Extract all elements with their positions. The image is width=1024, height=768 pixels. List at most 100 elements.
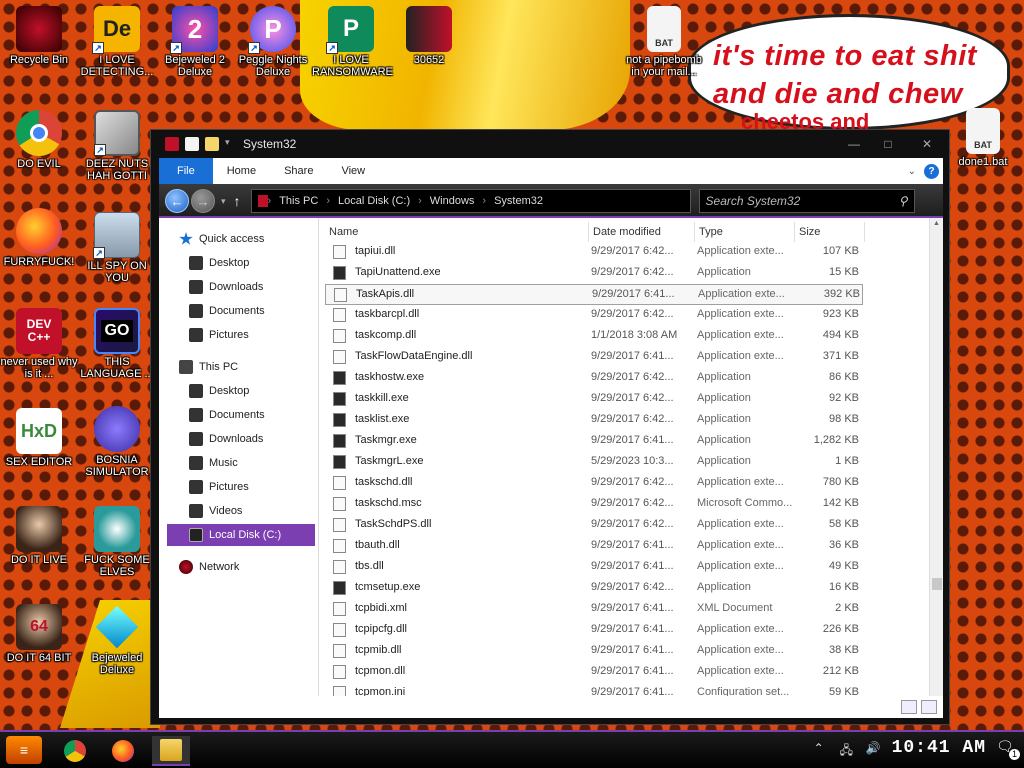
up-arrow-icon[interactable]: ↑ <box>234 193 241 209</box>
nav-pc-downloads[interactable]: Downloads <box>189 428 339 450</box>
desktop-icon-bejeweled[interactable]: Bejeweled Deluxe <box>78 604 156 676</box>
desktop-icon-ransomware[interactable]: P ↗ I LOVE RANSOMWARE <box>312 6 393 78</box>
breadcrumb-windows[interactable]: Windows <box>430 195 475 207</box>
file-row[interactable]: tcmsetup.exe 9/29/2017 6:42... Application… <box>325 578 863 599</box>
file-row[interactable]: tbs.dll 9/29/2017 6:41... Application exte… <box>325 557 863 578</box>
breadcrumb-local-disk[interactable]: Local Disk (C:) <box>338 195 410 207</box>
file-name: taskbarcpl.dll <box>355 308 420 320</box>
file-row[interactable]: TaskFlowDataEngine.dll 9/29/2017 6:41... A… <box>325 347 863 368</box>
desktop-icon-elves[interactable]: FUCK SOME ELVES <box>78 506 156 578</box>
nav-qa-desktop[interactable]: Desktop 📌 <box>189 252 339 274</box>
desktop-icon-peggle[interactable]: P ↗ Peggle Nights Deluxe <box>234 6 312 78</box>
search-icon[interactable]: ⚲ <box>899 194 908 208</box>
expand-ribbon-icon[interactable]: ⌄ <box>908 166 916 177</box>
file-row[interactable]: tbauth.dll 9/29/2017 6:41... Application e… <box>325 536 863 557</box>
nav-qa-documents[interactable]: Documents 📌 <box>189 300 339 322</box>
desktop-icon-devcpp[interactable]: DEV C++ never used why is it ... <box>0 308 78 380</box>
tab-file[interactable]: File <box>159 158 213 184</box>
file-row[interactable]: tapiui.dll 9/29/2017 6:42... Application e… <box>325 242 863 263</box>
network-icon[interactable]: 🖧 <box>840 741 856 757</box>
file-row[interactable]: tcpmib.dll 9/29/2017 6:41... Application e… <box>325 641 863 662</box>
details-view-icon[interactable] <box>901 700 917 714</box>
column-header-name[interactable]: Name <box>325 222 589 242</box>
desktop-icon-do-it-live[interactable]: DO IT LIVE <box>0 506 78 566</box>
file-row[interactable]: taskschd.dll 9/29/2017 6:42... Application… <box>325 473 863 494</box>
xml-file-icon <box>333 602 346 616</box>
desktop-icon-pipebomb[interactable]: BAT not a pipebomb in your mail... <box>624 6 704 78</box>
shortcut-arrow-icon: ↗ <box>326 42 338 54</box>
column-header-type[interactable]: Type <box>695 222 795 242</box>
file-row[interactable]: taskbarcpl.dll 9/29/2017 6:42... Applicati… <box>325 305 863 326</box>
nav-qa-pictures[interactable]: Pictures 📌 <box>189 324 339 346</box>
breadcrumb-system32[interactable]: System32 <box>494 195 543 207</box>
clock[interactable]: 10:41 AM <box>892 738 986 758</box>
properties-icon[interactable] <box>185 137 199 151</box>
nav-pc-desktop[interactable]: Desktop <box>189 380 339 402</box>
notification-center-icon[interactable]: 🗨 1 <box>996 738 1020 760</box>
nav-pc-local-disk[interactable]: Local Disk (C:) <box>167 524 315 546</box>
back-arrow-icon[interactable]: ← <box>165 189 189 213</box>
desktop-icon-hxd[interactable]: HxD SEX EDITOR <box>0 408 78 468</box>
file-row[interactable]: tcpipcfg.dll 9/29/2017 6:41... Application… <box>325 620 863 641</box>
file-row[interactable]: taskschd.msc 9/29/2017 6:42... Microsoft C… <box>325 494 863 515</box>
volume-icon[interactable]: 🔊 <box>866 741 882 755</box>
help-icon[interactable]: ? <box>924 163 939 179</box>
file-row[interactable]: TapiUnattend.exe 9/29/2017 6:42... Applica… <box>325 263 863 284</box>
close-button[interactable]: ✕ <box>905 134 949 154</box>
file-row[interactable]: taskkill.exe 9/29/2017 6:42... Application… <box>325 389 863 410</box>
file-row[interactable]: tasklist.exe 9/29/2017 6:42... Application… <box>325 410 863 431</box>
taskbar-firefox[interactable] <box>104 736 142 766</box>
tab-share[interactable]: Share <box>270 158 327 184</box>
desktop-icon-detecting[interactable]: De ↗ I LOVE DETECTING... <box>78 6 156 78</box>
desktop-icon-done1-bat[interactable]: BAT done1.bat <box>944 108 1022 168</box>
scrollbar-thumb[interactable] <box>932 578 942 590</box>
desktop-icon-30652[interactable]: 30652 <box>390 6 468 66</box>
forward-arrow-icon[interactable]: → <box>191 189 215 213</box>
breadcrumb-this-pc[interactable]: This PC <box>279 195 318 207</box>
vertical-scrollbar[interactable]: ▲ ▼ <box>929 218 943 706</box>
tab-home[interactable]: Home <box>213 158 270 184</box>
column-header-date[interactable]: Date modified <box>589 222 695 242</box>
taskbar-file-explorer[interactable] <box>152 736 190 766</box>
nav-pc-videos[interactable]: Videos <box>189 500 339 522</box>
nav-quick-access[interactable]: Quick access <box>179 228 329 250</box>
file-row[interactable]: taskcomp.dll 1/1/2018 3:08 AM Application … <box>325 326 863 347</box>
desktop-icon-recycle-bin[interactable]: Recycle Bin <box>0 6 78 66</box>
file-row[interactable]: TaskApis.dll 9/29/2017 6:41... Application… <box>325 284 863 305</box>
large-icons-view-icon[interactable] <box>921 700 937 714</box>
new-folder-icon[interactable] <box>205 137 219 151</box>
address-bar[interactable]: › This PC › Local Disk (C:) › Windows › … <box>250 189 691 213</box>
nav-pc-pictures[interactable]: Pictures <box>189 476 339 498</box>
taskbar-chrome[interactable] <box>56 736 94 766</box>
nav-qa-downloads[interactable]: Downloads 📌 <box>189 276 339 298</box>
start-button[interactable]: ≡ <box>6 736 42 764</box>
file-row[interactable]: TaskmgrL.exe 5/29/2023 10:3... Application… <box>325 452 863 473</box>
column-header-size[interactable]: Size <box>795 222 865 242</box>
nav-pc-documents[interactable]: Documents <box>189 404 339 426</box>
maximize-button[interactable]: □ <box>871 134 905 154</box>
desktop-icon-spy[interactable]: ↗ ILL SPY ON YOU <box>78 212 156 284</box>
chevron-down-icon[interactable]: ▾ <box>225 137 233 151</box>
file-row[interactable]: taskhostw.exe 9/29/2017 6:42... Applicatio… <box>325 368 863 389</box>
search-input[interactable]: Search System32 ⚲ <box>698 189 915 213</box>
desktop-icon-go[interactable]: GO THIS LANGUAGE ... <box>78 308 156 380</box>
desktop-icon-deez-nuts[interactable]: ↗ DEEZ NUTS HAH GOTTI <box>78 110 156 182</box>
scroll-up-icon[interactable]: ▲ <box>933 220 940 227</box>
file-row[interactable]: Taskmgr.exe 9/29/2017 6:41... Application 1… <box>325 431 863 452</box>
nav-this-pc[interactable]: This PC <box>179 356 329 378</box>
desktop-icon-64bit[interactable]: 64 DO IT 64 BIT <box>0 604 78 664</box>
file-row[interactable]: tcpbidi.xml 9/29/2017 6:41... XML Document… <box>325 599 863 620</box>
minimize-button[interactable]: — <box>837 134 871 154</box>
desktop-icon-do-evil[interactable]: DO EVIL <box>0 110 78 170</box>
nav-network[interactable]: Network <box>179 556 329 578</box>
window-titlebar[interactable]: ▾ System32 — □ ✕ <box>151 130 949 158</box>
file-row[interactable]: tcpmon.dll 9/29/2017 6:41... Application e… <box>325 662 863 683</box>
desktop-icon-firefox[interactable]: FURRYFUCK! <box>0 208 78 268</box>
desktop-icon-bosnia[interactable]: BOSNIA SIMULATOR <box>78 406 156 478</box>
recent-locations-icon[interactable]: ▾ <box>221 196 226 207</box>
tab-view[interactable]: View <box>327 158 379 184</box>
chevron-up-icon[interactable]: ⌃ <box>814 741 830 755</box>
nav-pc-music[interactable]: Music <box>189 452 339 474</box>
file-row[interactable]: TaskSchdPS.dll 9/29/2017 6:42... Applicati… <box>325 515 863 536</box>
desktop-icon-bejeweled-2[interactable]: 2 ↗ Bejeweled 2 Deluxe <box>156 6 234 78</box>
